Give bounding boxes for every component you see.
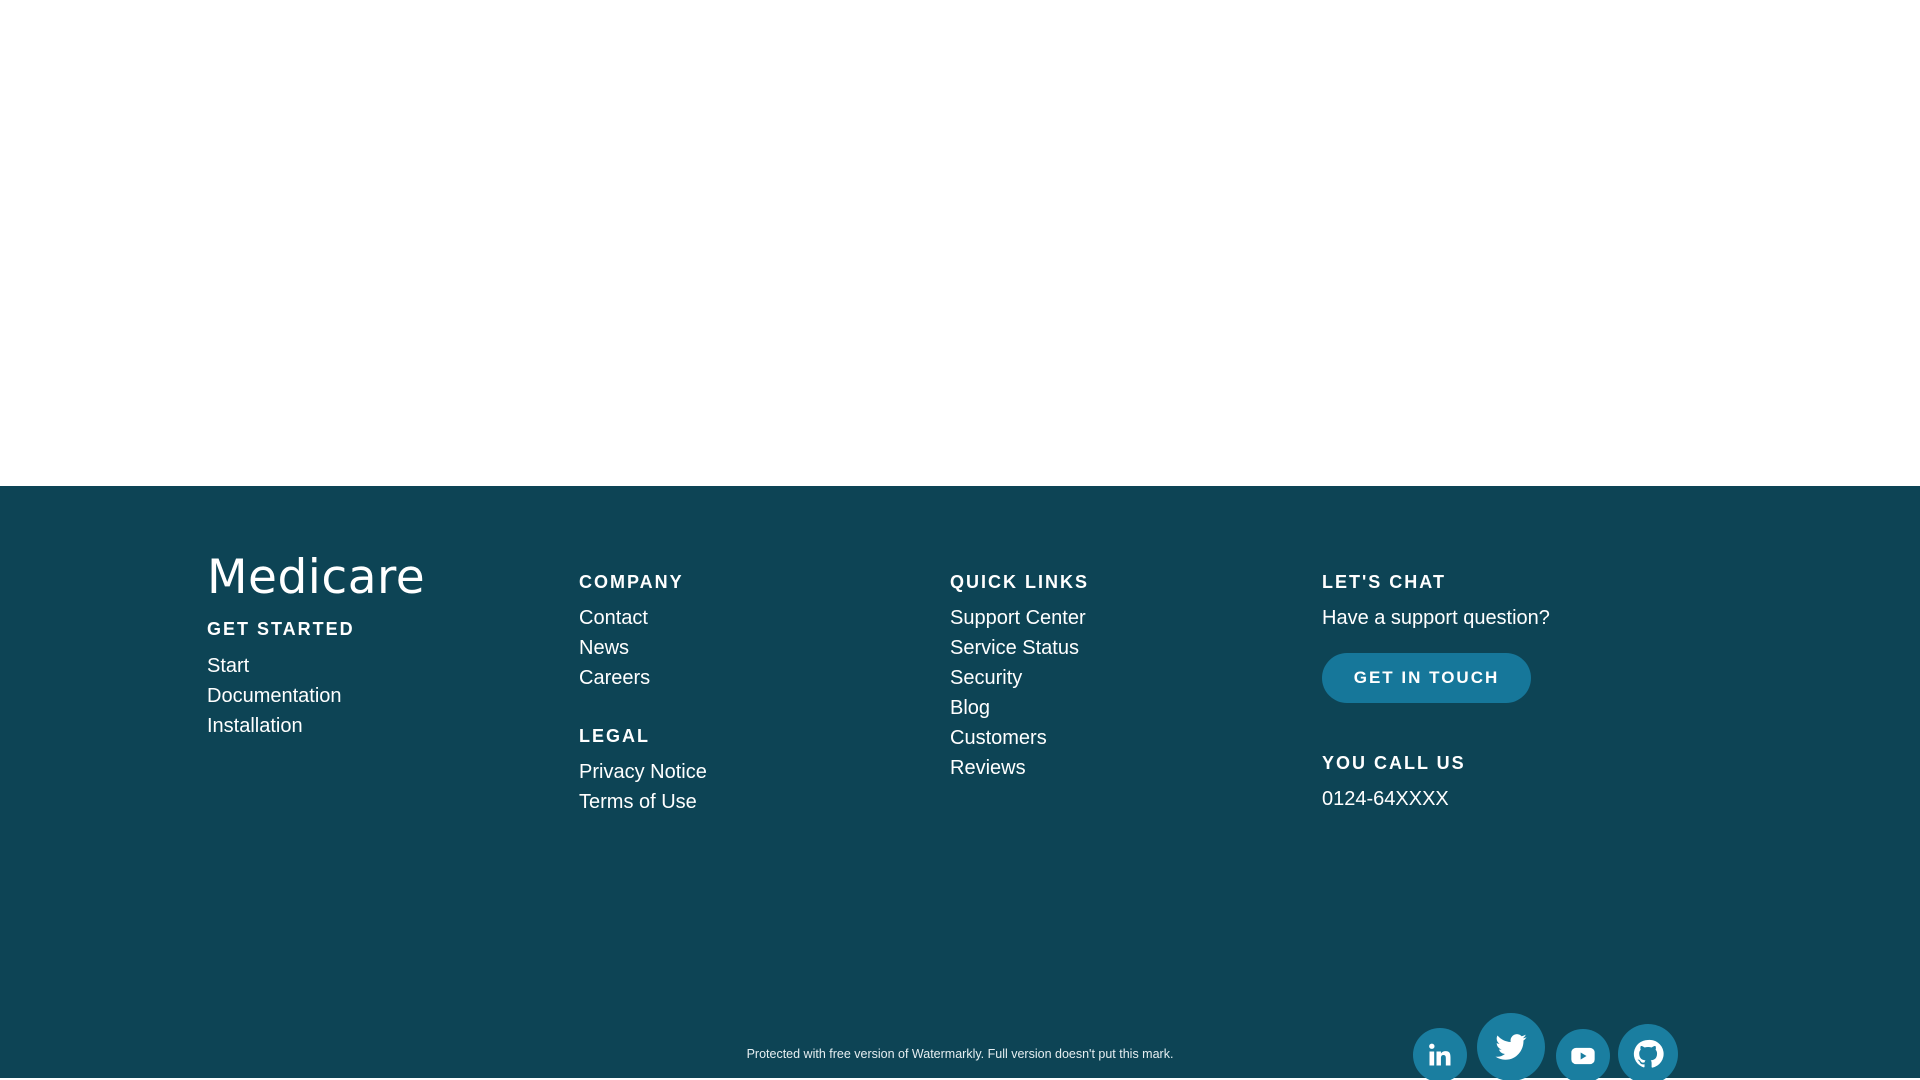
twitter-icon xyxy=(1494,1030,1528,1064)
company-heading: COMPANY xyxy=(579,572,684,592)
link-security[interactable]: Security xyxy=(950,668,1022,688)
link-customers[interactable]: Customers xyxy=(950,728,1047,748)
twitter-button[interactable] xyxy=(1477,1013,1545,1080)
linkedin-icon xyxy=(1426,1041,1454,1069)
brand-logo[interactable]: Medicare xyxy=(207,554,425,601)
github-icon xyxy=(1632,1038,1664,1070)
link-start[interactable]: Start xyxy=(207,656,249,676)
linkedin-button[interactable] xyxy=(1413,1028,1467,1080)
support-question-text: Have a support question? xyxy=(1322,607,1550,629)
link-reviews[interactable]: Reviews xyxy=(950,758,1026,778)
link-news[interactable]: News xyxy=(579,638,629,658)
quick-links-heading: QUICK LINKS xyxy=(950,572,1089,592)
link-support-center[interactable]: Support Center xyxy=(950,608,1086,628)
you-call-us-heading: YOU CALL US xyxy=(1322,753,1466,773)
legal-heading: LEGAL xyxy=(579,726,650,746)
link-blog[interactable]: Blog xyxy=(950,698,990,718)
youtube-button[interactable] xyxy=(1556,1029,1610,1080)
link-service-status[interactable]: Service Status xyxy=(950,638,1079,658)
phone-number: 0124-64XXXX xyxy=(1322,788,1449,810)
youtube-icon xyxy=(1569,1042,1597,1070)
get-started-heading: GET STARTED xyxy=(207,619,355,639)
link-careers[interactable]: Careers xyxy=(579,668,650,688)
link-installation[interactable]: Installation xyxy=(207,716,303,736)
link-terms-of-use[interactable]: Terms of Use xyxy=(579,792,697,812)
link-documentation[interactable]: Documentation xyxy=(207,686,342,706)
link-privacy-notice[interactable]: Privacy Notice xyxy=(579,762,707,782)
get-in-touch-button[interactable]: GET IN TOUCH xyxy=(1322,653,1531,703)
page: Medicare GET STARTED Start Documentation… xyxy=(0,0,1920,1080)
github-button[interactable] xyxy=(1618,1024,1678,1080)
lets-chat-heading: LET'S CHAT xyxy=(1322,572,1446,592)
site-footer: Medicare GET STARTED Start Documentation… xyxy=(0,486,1920,1080)
link-contact[interactable]: Contact xyxy=(579,608,648,628)
